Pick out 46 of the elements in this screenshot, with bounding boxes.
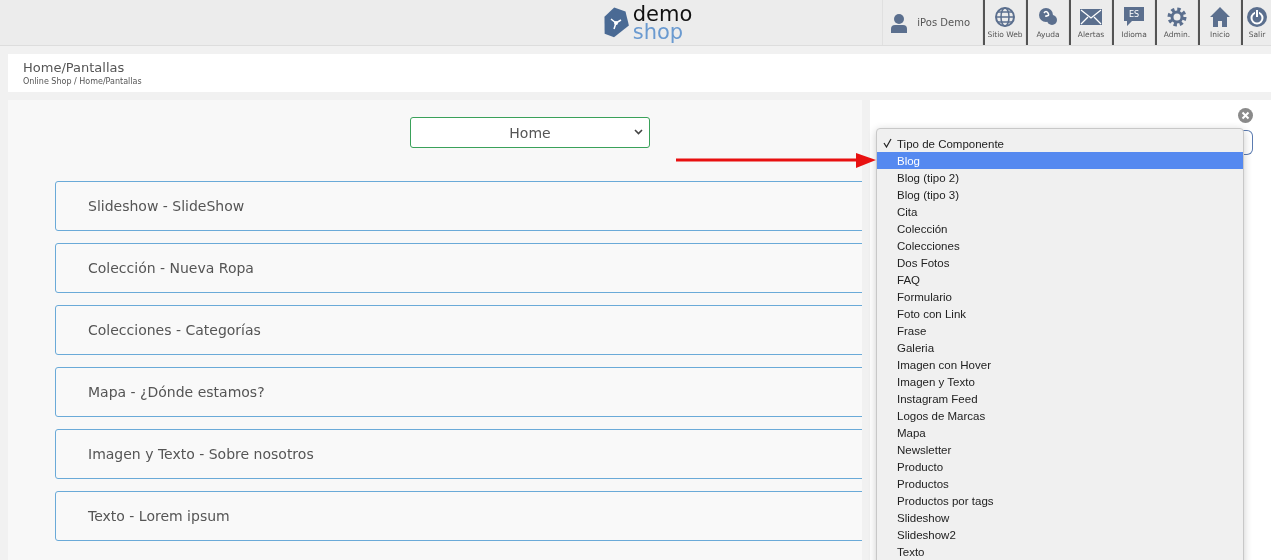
component-card[interactable]: Colecciones - Categorías xyxy=(55,305,862,355)
component-card[interactable]: Texto - Lorem ipsum xyxy=(55,491,862,541)
menu-option[interactable]: Productos por tags xyxy=(877,492,1243,509)
envelope-icon xyxy=(1080,6,1102,28)
menu-option[interactable]: FAQ xyxy=(877,271,1243,288)
menu-option[interactable]: Instagram Feed xyxy=(877,390,1243,407)
menu-option[interactable]: Tipo de Componente xyxy=(877,135,1243,152)
component-card[interactable]: Mapa - ¿Dónde estamos? xyxy=(55,367,862,417)
screen-select[interactable]: Home xyxy=(410,117,650,148)
close-icon[interactable] xyxy=(1238,108,1253,123)
menu-option[interactable]: Texto xyxy=(877,543,1243,560)
menu-option[interactable]: Mapa xyxy=(877,424,1243,441)
menu-option[interactable]: Imagen con Hover xyxy=(877,356,1243,373)
menu-option[interactable]: Imagen y Texto xyxy=(877,373,1243,390)
component-card[interactable]: Slideshow - SlideShow xyxy=(55,181,862,231)
help-icon xyxy=(1037,6,1059,28)
menu-option[interactable]: Blog (tipo 3) xyxy=(877,186,1243,203)
globe-icon xyxy=(994,6,1016,28)
power-icon xyxy=(1246,6,1268,28)
breadcrumb: Online Shop / Home/Pantallas xyxy=(23,77,143,86)
menu-option[interactable]: Dos Fotos xyxy=(877,254,1243,271)
menu-option[interactable]: Logos de Marcas xyxy=(877,407,1243,424)
menu-option[interactable]: Colecciones xyxy=(877,237,1243,254)
component-card[interactable]: Imagen y Texto - Sobre nosotros xyxy=(55,429,862,479)
menu-option[interactable]: Slideshow2 xyxy=(877,526,1243,543)
menu-option[interactable]: Foto con Link xyxy=(877,305,1243,322)
menu-option[interactable]: Productos xyxy=(877,475,1243,492)
menu-option[interactable]: Galeria xyxy=(877,339,1243,356)
menu-option[interactable]: Newsletter xyxy=(877,441,1243,458)
menu-option[interactable]: Producto xyxy=(877,458,1243,475)
menu-option[interactable]: Frase xyxy=(877,322,1243,339)
menu-option[interactable]: Blog (tipo 2) xyxy=(877,169,1243,186)
caret-icon xyxy=(634,129,643,135)
house-icon xyxy=(1209,6,1231,28)
menu-option[interactable]: Formulario xyxy=(877,288,1243,305)
menu-option[interactable]: Cita xyxy=(877,203,1243,220)
logo-text: shop xyxy=(632,22,684,41)
logo-text: demo xyxy=(632,4,693,23)
component-card[interactable]: Colección - Nueva Ropa xyxy=(55,243,862,293)
speech-bubble-icon: ES xyxy=(1123,6,1145,28)
settings-icon xyxy=(1166,6,1188,28)
user-name: iPos Demo xyxy=(917,17,970,28)
menu-option[interactable]: Colección xyxy=(877,220,1243,237)
user-icon xyxy=(891,12,908,33)
page-title: Home/Pantallas xyxy=(23,60,126,75)
menu-option[interactable]: Slideshow xyxy=(877,509,1243,526)
